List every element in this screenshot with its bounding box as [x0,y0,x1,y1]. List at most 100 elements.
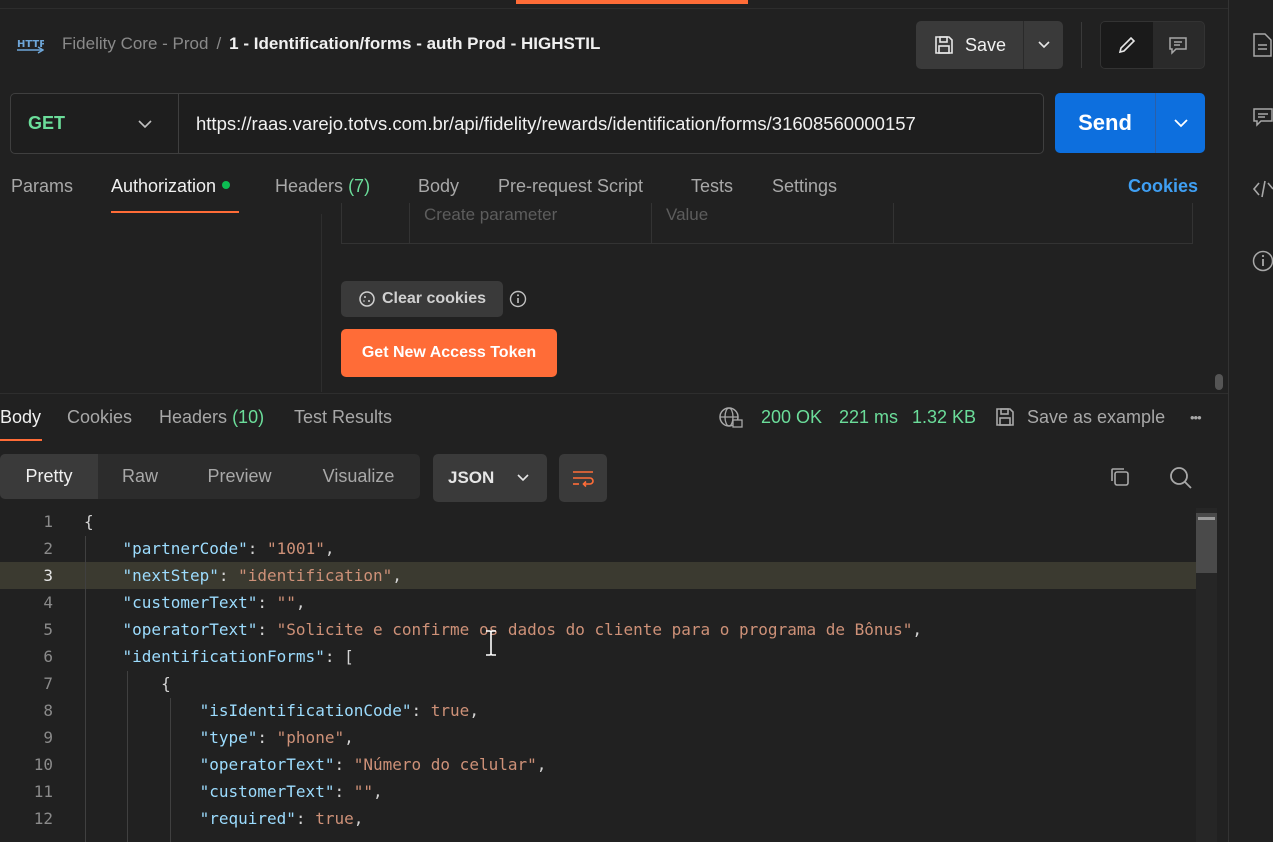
scrollbar[interactable] [1215,374,1223,390]
wrap-icon [571,468,595,488]
comment-icon[interactable] [1252,106,1273,128]
response-body-editor[interactable]: 1{2 "partnerCode": "1001", 3 "nextStep": … [0,508,1228,842]
code-text: "operatorText": "Solicite e confirme os … [122,620,923,639]
line-number: 6 [43,647,53,666]
divider [0,393,1228,394]
divider [321,214,322,392]
tab-params[interactable]: Params [11,176,73,197]
line-number: 7 [43,674,53,693]
view-preview[interactable]: Preview [182,454,297,499]
line-number: 5 [43,620,53,639]
response-size[interactable]: 1.32 KB [912,407,976,428]
indent-guide [127,671,128,842]
response-tab-headers[interactable]: Headers (10) [159,407,264,428]
format-label: JSON [448,468,495,487]
save-as-example-button[interactable]: Save as example [1027,407,1165,428]
line-number: 10 [33,755,53,774]
response-headers-label: Headers [159,407,228,427]
copy-icon[interactable] [1108,465,1132,489]
code-line[interactable]: 9 "type": "phone", [0,724,1217,751]
code-line[interactable]: 8 "isIdentificationCode": true, [0,697,1217,724]
info-icon[interactable] [509,290,527,308]
response-headers-count: (10) [232,407,265,427]
param-value-input[interactable]: Value [652,203,894,243]
code-line[interactable]: 7 { [0,670,1217,697]
code-text: "nextStep": "identification", [122,566,402,585]
chevron-down-icon [1037,40,1051,50]
clear-cookies-button[interactable]: Clear cookies [341,281,503,317]
line-number: 11 [33,782,53,801]
response-tab-body[interactable]: Body [0,407,41,428]
view-raw[interactable]: Raw [98,454,182,499]
chevron-down-icon [1173,118,1189,128]
code-icon[interactable] [1252,178,1273,200]
breadcrumb-collection[interactable]: Fidelity Core - Prod [62,34,208,54]
view-visualize[interactable]: Visualize [297,454,420,499]
globe-lock-icon[interactable] [718,406,744,430]
view-mode-toggle [1100,21,1205,69]
view-pretty[interactable]: Pretty [0,454,98,499]
active-tab-underline [0,439,42,441]
status-code[interactable]: 200 OK [761,407,822,428]
code-text: { [84,512,94,531]
param-key-input[interactable]: Create parameter [410,203,652,243]
code-line[interactable]: 1{ [0,508,1217,535]
search-icon[interactable] [1168,465,1194,491]
code-text: "type": "phone", [199,728,354,747]
send-button[interactable]: Send [1055,93,1156,153]
save-dropdown-button[interactable] [1024,21,1063,69]
tab-authorization[interactable]: Authorization [111,176,231,197]
code-line[interactable]: 11 "customerText": "", [0,778,1217,805]
url-input[interactable]: https://raas.varejo.totvs.com.br/api/fid… [179,94,916,153]
documentation-icon[interactable] [1252,32,1273,58]
line-number: 4 [43,593,53,612]
param-description-cell [894,203,1192,243]
code-line[interactable]: 5 "operatorText": "Solicite e confirme o… [0,616,1217,643]
line-number: 8 [43,701,53,720]
line-number: 2 [43,539,53,558]
code-line[interactable]: 10 "operatorText": "Número do celular", [0,751,1217,778]
tab-settings[interactable]: Settings [772,176,837,197]
code-line[interactable]: 12 "required": true, [0,805,1217,832]
request-title[interactable]: 1 - Identification/forms - auth Prod - H… [229,34,600,54]
wrap-lines-button[interactable] [559,454,607,502]
tab-tests[interactable]: Tests [691,176,733,197]
more-options-button[interactable]: ••• [1190,410,1202,425]
line-number: 1 [43,512,53,531]
comments-button[interactable] [1153,22,1205,68]
url-bar: GET https://raas.varejo.totvs.com.br/api… [10,93,1044,154]
edit-button[interactable] [1101,22,1153,68]
tab-pre-request-script[interactable]: Pre-request Script [498,176,643,197]
code-line[interactable]: 2 "partnerCode": "1001", [0,535,1217,562]
code-text: "partnerCode": "1001", [122,539,335,558]
get-new-access-token-button[interactable]: Get New Access Token [341,329,557,377]
indent-guide [85,536,86,842]
response-time[interactable]: 221 ms [839,407,898,428]
code-text: "customerText": "", [122,593,306,612]
divider [0,8,1228,9]
line-number: 9 [43,728,53,747]
tab-body[interactable]: Body [418,176,459,197]
info-icon[interactable] [1252,250,1273,272]
response-tab-cookies[interactable]: Cookies [67,407,132,428]
save-button[interactable]: Save [916,21,1024,69]
send-dropdown-button[interactable] [1156,93,1205,153]
scrollbar-thumb[interactable] [1196,513,1217,573]
divider [1228,0,1229,842]
code-line[interactable]: 3 "nextStep": "identification", [0,562,1217,589]
response-tab-test-results[interactable]: Test Results [294,407,392,428]
code-line[interactable]: 6 "identificationForms": [ [0,643,1217,670]
cookies-link[interactable]: Cookies [1128,176,1198,197]
save-icon [933,34,955,56]
method-label: GET [28,113,66,133]
format-select[interactable]: JSON [433,454,547,502]
text-cursor-icon [484,630,498,656]
code-text: "required": true, [199,809,364,828]
tab-headers[interactable]: Headers (7) [275,176,370,197]
method-select[interactable]: GET [11,94,179,153]
line-number: 12 [33,809,53,828]
code-text: "identificationForms": [ [122,647,354,666]
code-text: "customerText": "", [199,782,383,801]
code-line[interactable]: 4 "customerText": "", [0,589,1217,616]
clear-cookies-label: Clear cookies [381,290,487,307]
